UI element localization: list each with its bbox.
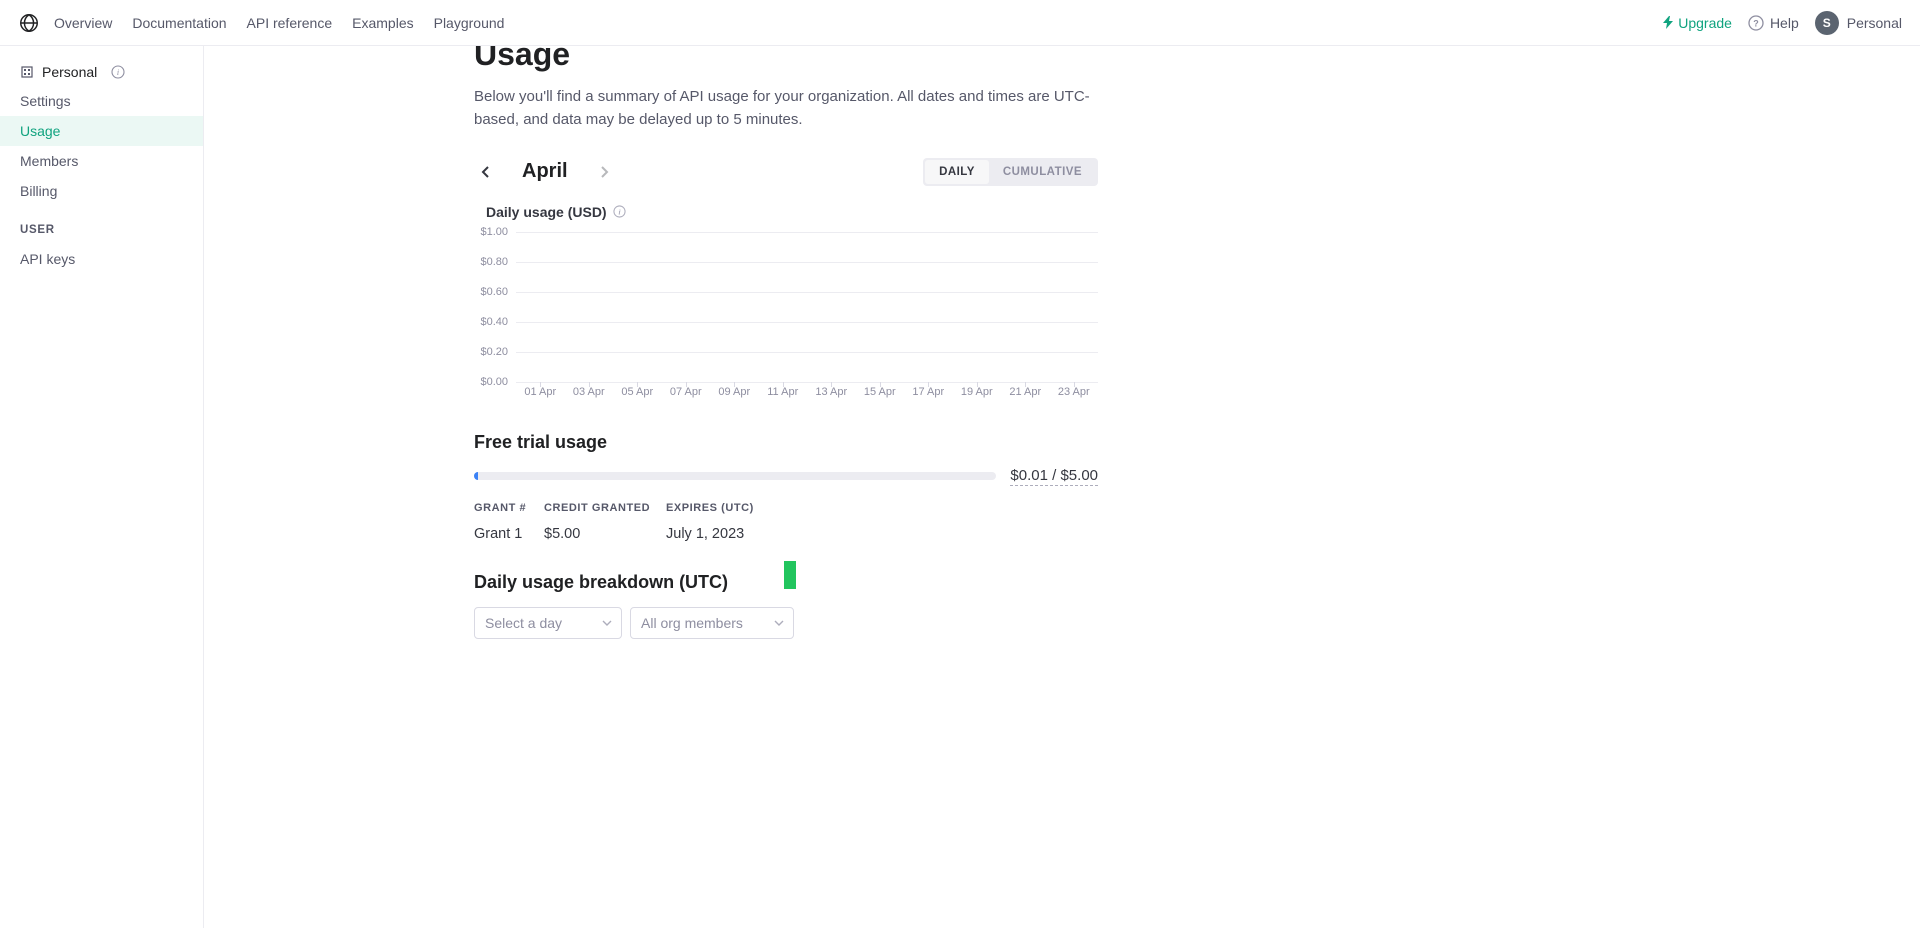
green-indicator [784, 561, 796, 589]
x-tick-label: 09 Apr [710, 386, 759, 398]
avatar: S [1815, 11, 1839, 35]
sidebar-item-usage[interactable]: Usage [0, 116, 203, 146]
nav-playground[interactable]: Playground [434, 15, 505, 31]
sidebar-item-settings[interactable]: Settings [0, 86, 203, 116]
toggle-daily[interactable]: DAILY [925, 160, 989, 184]
upgrade-label: Upgrade [1678, 15, 1732, 31]
y-tick-label: $0.00 [480, 376, 508, 388]
y-tick-label: $1.00 [480, 226, 508, 238]
sidebar-item-billing[interactable]: Billing [0, 176, 203, 206]
top-nav: Overview Documentation API reference Exa… [54, 15, 504, 31]
grants-table: GRANT # CREDIT GRANTED EXPIRES (UTC) Gra… [474, 502, 1098, 542]
grants-row: Grant 1 $5.00 July 1, 2023 [474, 526, 1098, 542]
org-switcher[interactable]: Personal i [0, 58, 203, 86]
building-icon [20, 65, 34, 79]
nav-api-reference[interactable]: API reference [247, 15, 333, 31]
help-icon: ? [1748, 15, 1764, 31]
trial-progress [474, 472, 996, 480]
nav-examples[interactable]: Examples [352, 15, 413, 31]
breakdown-title: Daily usage breakdown (UTC) [474, 572, 728, 593]
svg-text:?: ? [1753, 18, 1759, 28]
grant-expires: July 1, 2023 [666, 526, 1098, 542]
upgrade-link[interactable]: Upgrade [1663, 15, 1732, 31]
chevron-down-icon [773, 617, 785, 629]
svg-text:i: i [618, 207, 621, 216]
page-intro: Below you'll find a summary of API usage… [474, 85, 1098, 132]
grants-header-grant: GRANT # [474, 502, 530, 514]
prev-month-button[interactable] [474, 160, 498, 184]
bolt-icon [1663, 16, 1674, 29]
next-month-button[interactable] [592, 160, 616, 184]
x-tick-label: 13 Apr [807, 386, 856, 398]
gridline [516, 382, 1098, 383]
help-label: Help [1770, 15, 1799, 31]
topbar-right: Upgrade ? Help S Personal [1663, 11, 1902, 35]
gridline [516, 232, 1098, 233]
free-trial-row: $0.01 / $5.00 [474, 467, 1098, 486]
month-row: April DAILY CUMULATIVE [474, 158, 1098, 186]
nav-documentation[interactable]: Documentation [132, 15, 226, 31]
help-link[interactable]: ? Help [1748, 15, 1799, 31]
topbar: Overview Documentation API reference Exa… [0, 0, 1920, 46]
x-tick-label: 11 Apr [759, 386, 808, 398]
chart-title: Daily usage (USD) [486, 204, 607, 220]
gridline [516, 322, 1098, 323]
info-icon[interactable]: i [111, 65, 125, 79]
nav-overview[interactable]: Overview [54, 15, 112, 31]
sidebar-section-user: USER [0, 206, 203, 244]
y-tick-label: $0.80 [480, 256, 508, 268]
x-tick-label: 17 Apr [904, 386, 953, 398]
x-tick-label: 03 Apr [565, 386, 614, 398]
x-tick-label: 05 Apr [613, 386, 662, 398]
svg-text:i: i [117, 68, 119, 77]
breakdown-selects: Select a day All org members [474, 607, 1098, 639]
month-label: April [522, 160, 568, 183]
chart-title-row: Daily usage (USD) i [486, 204, 1098, 220]
sidebar: Personal i Settings Usage Members Billin… [0, 46, 204, 928]
grant-credit: $5.00 [544, 526, 652, 542]
openai-logo-icon [18, 12, 40, 34]
x-tick-label: 01 Apr [516, 386, 565, 398]
select-day-label: Select a day [485, 615, 562, 631]
y-tick-label: $0.40 [480, 316, 508, 328]
free-trial-title: Free trial usage [474, 432, 1098, 453]
x-tick-label: 23 Apr [1050, 386, 1099, 398]
main: Usage Below you'll find a summary of API… [204, 46, 1920, 928]
gridline [516, 292, 1098, 293]
select-day[interactable]: Select a day [474, 607, 622, 639]
gridline [516, 262, 1098, 263]
gridline [516, 352, 1098, 353]
select-members-label: All org members [641, 615, 743, 631]
grant-number: Grant 1 [474, 526, 530, 542]
usage-chart: Daily usage (USD) i $1.00 $0.80 $0.60 $0.40… [474, 204, 1098, 402]
toggle-cumulative[interactable]: CUMULATIVE [989, 160, 1096, 184]
select-members[interactable]: All org members [630, 607, 794, 639]
view-toggle: DAILY CUMULATIVE [923, 158, 1098, 186]
account-label: Personal [1847, 15, 1902, 31]
grants-header-credit: CREDIT GRANTED [544, 502, 652, 514]
x-tick-label: 15 Apr [856, 386, 905, 398]
account-menu[interactable]: S Personal [1815, 11, 1902, 35]
month-nav: April [474, 160, 616, 184]
page-title: Usage [474, 46, 1098, 73]
x-tick-label: 21 Apr [1001, 386, 1050, 398]
y-tick-label: $0.20 [480, 346, 508, 358]
grants-header-expires: EXPIRES (UTC) [666, 502, 1098, 514]
x-tick-label: 19 Apr [953, 386, 1002, 398]
trial-amount: $0.01 / $5.00 [1010, 467, 1098, 486]
sidebar-item-members[interactable]: Members [0, 146, 203, 176]
trial-progress-fill [474, 472, 478, 480]
breakdown-head: Daily usage breakdown (UTC) [474, 572, 1098, 593]
org-label: Personal [42, 64, 97, 80]
chevron-down-icon [601, 617, 613, 629]
x-tick-label: 07 Apr [662, 386, 711, 398]
sidebar-item-api-keys[interactable]: API keys [0, 244, 203, 274]
info-icon[interactable]: i [613, 205, 626, 218]
y-tick-label: $0.60 [480, 286, 508, 298]
